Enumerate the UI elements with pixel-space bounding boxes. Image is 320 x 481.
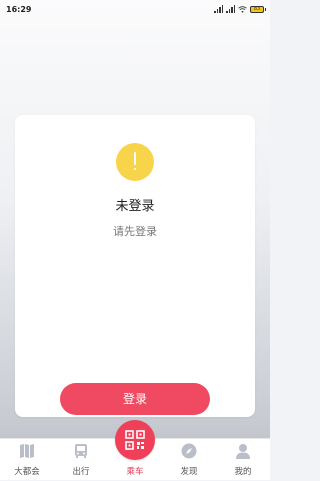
tab-label: 发现: [180, 467, 198, 477]
warning-icon: [116, 143, 154, 181]
bus-icon: [75, 444, 87, 458]
status-bar: 16:29 83: [0, 0, 270, 18]
card-title: 未登录: [115, 199, 155, 214]
tab-metro[interactable]: 大都会: [0, 439, 54, 481]
login-button[interactable]: 登录: [60, 383, 210, 415]
tab-travel[interactable]: 出行: [54, 439, 108, 481]
compass-icon: [181, 443, 197, 459]
tab-mine[interactable]: 我的: [216, 439, 270, 481]
map-icon: [20, 444, 34, 458]
tab-label: 大都会: [14, 467, 40, 477]
signal-icon: [214, 5, 223, 13]
status-time: 16:29: [6, 4, 32, 14]
tab-label: 乘车: [126, 467, 144, 477]
ride-qr-button[interactable]: [115, 420, 155, 460]
qr-code-icon: [125, 430, 145, 450]
tab-label: 我的: [234, 467, 252, 477]
battery-icon: 83: [250, 5, 266, 13]
person-icon: [236, 444, 250, 459]
signal-icon-2: [226, 5, 235, 13]
card-subtitle: 请先登录: [113, 225, 157, 238]
login-required-card: 未登录 请先登录: [15, 115, 255, 417]
tab-discover[interactable]: 发现: [162, 439, 216, 481]
status-icons: 83: [214, 5, 266, 13]
tab-label: 出行: [72, 467, 90, 477]
wifi-icon: [238, 5, 247, 13]
